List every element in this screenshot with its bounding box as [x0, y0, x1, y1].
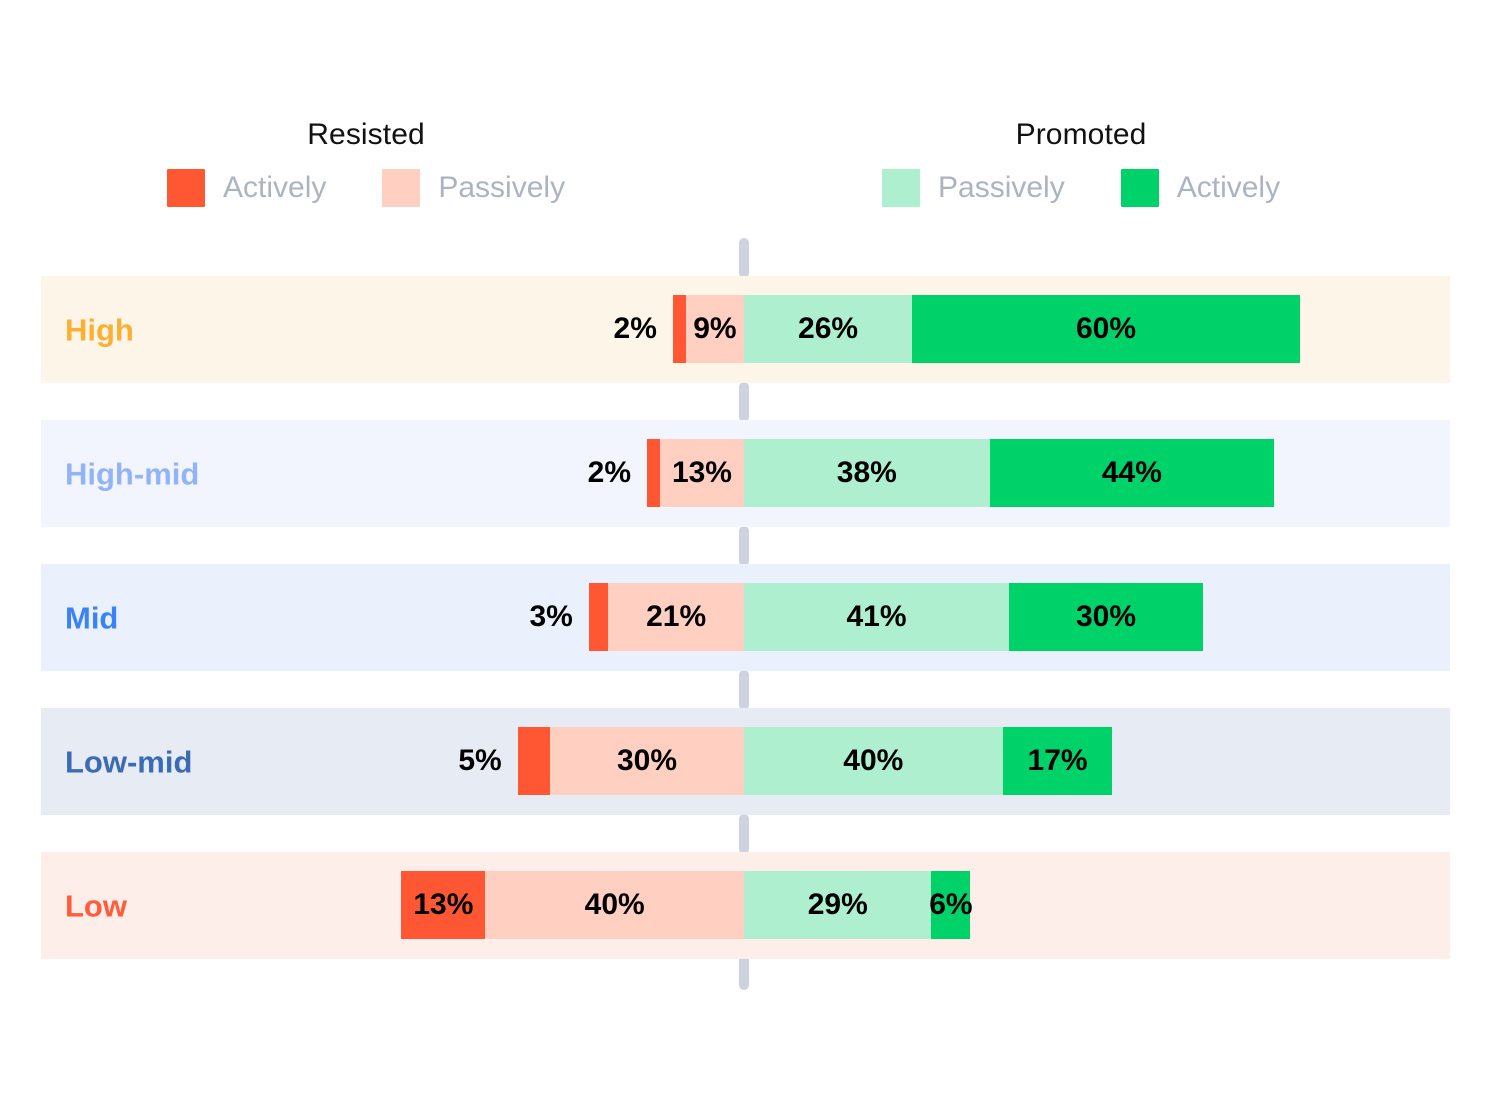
legend-item-resisted-passively[interactable]: Passively [382, 169, 565, 207]
segment-resisted-passively[interactable]: 40% [485, 871, 744, 939]
segment-resisted-passively[interactable]: 21% [608, 583, 744, 651]
segment-promoted-passively[interactable]: 41% [744, 583, 1009, 651]
legend-item-resisted-actively[interactable]: Actively [167, 169, 326, 207]
segment-value: 26% [798, 314, 858, 344]
segment-value: 29% [808, 890, 868, 920]
legend-swatch-icon-promoted-actively [1121, 169, 1159, 207]
row-label-low-mid: Low-mid [65, 746, 192, 777]
segment-value: 30% [1076, 602, 1136, 632]
legend-group-resisted: Resisted Actively Passively [167, 120, 565, 207]
segment-promoted-actively[interactable]: 44% [990, 439, 1274, 507]
segment-value: 44% [1102, 458, 1162, 488]
segment-resisted-actively[interactable] [589, 583, 608, 651]
segment-value: 9% [693, 314, 736, 344]
row-label-mid: Mid [65, 602, 118, 633]
bar-track: 2% 13% 38% 44% [41, 439, 1450, 507]
diverging-stacked-bar-chart: Resisted Actively Passively Promoted Pas… [0, 0, 1491, 1118]
bar-row-low-mid[interactable]: Low-mid 5% 30% 40% 17% [41, 708, 1450, 815]
segment-resisted-actively[interactable] [647, 439, 660, 507]
segment-promoted-actively[interactable]: 60% [912, 295, 1300, 363]
legend-label-promoted-actively: Actively [1177, 173, 1280, 203]
bar-row-high[interactable]: High 2% 9% 26% 60% [41, 276, 1450, 383]
row-label-high-mid: High-mid [65, 458, 199, 489]
legend-swatch-icon-resisted-passively [382, 169, 420, 207]
segment-resisted-passively[interactable]: 30% [550, 727, 744, 795]
segment-promoted-passively[interactable]: 40% [744, 727, 1003, 795]
segment-resisted-actively[interactable]: 13% [401, 871, 485, 939]
segment-resisted-actively[interactable] [518, 727, 550, 795]
segment-value: 21% [646, 602, 706, 632]
segment-value: 38% [837, 458, 897, 488]
legend-label-resisted-actively: Actively [223, 173, 326, 203]
segment-value: 17% [1028, 746, 1088, 776]
legend-title-promoted: Promoted [1016, 120, 1147, 150]
legend-items-promoted: Passively Actively [882, 169, 1280, 207]
segment-promoted-actively[interactable]: 30% [1009, 583, 1203, 651]
bar-track: 13% 40% 29% 6% [41, 871, 1450, 939]
bar-row-low[interactable]: Low 13% 40% 29% 6% [41, 852, 1450, 959]
segment-promoted-actively[interactable]: 6% [931, 871, 970, 939]
legend-item-promoted-actively[interactable]: Actively [1121, 169, 1280, 207]
segment-promoted-passively[interactable]: 38% [744, 439, 990, 507]
legend-label-resisted-passively: Passively [438, 173, 565, 203]
legend-swatch-icon-resisted-actively [167, 169, 205, 207]
segment-value: 40% [585, 890, 645, 920]
segment-value: 13% [413, 890, 473, 920]
segment-value: 13% [672, 458, 732, 488]
segment-value: 30% [617, 746, 677, 776]
bar-rows-container: High 2% 9% 26% 60% High-mid 2% 13% 38% 44% Mid 3% 21… [41, 276, 1450, 959]
segment-value: 41% [847, 602, 907, 632]
segment-value-outside-resisted-actively: 2% [41, 295, 673, 363]
legend-group-promoted: Promoted Passively Actively [882, 120, 1280, 207]
legend-swatch-icon-promoted-passively [882, 169, 920, 207]
segment-resisted-actively[interactable] [673, 295, 686, 363]
segment-promoted-passively[interactable]: 26% [744, 295, 912, 363]
row-label-low: Low [65, 890, 127, 921]
bar-row-high-mid[interactable]: High-mid 2% 13% 38% 44% [41, 420, 1450, 527]
segment-promoted-actively[interactable]: 17% [1003, 727, 1113, 795]
segment-resisted-passively[interactable]: 13% [660, 439, 744, 507]
legend-label-promoted-passively: Passively [938, 173, 1065, 203]
center-divider-dash [739, 238, 749, 278]
legend-item-promoted-passively[interactable]: Passively [882, 169, 1065, 207]
segment-value: 40% [843, 746, 903, 776]
bar-track: 3% 21% 41% 30% [41, 583, 1450, 651]
segment-value: 60% [1076, 314, 1136, 344]
segment-value: 3% [529, 602, 572, 632]
legend-title-resisted: Resisted [307, 120, 425, 150]
segment-value-outside-resisted-actively: 3% [41, 583, 589, 651]
segment-value: 2% [588, 458, 631, 488]
bar-track: 2% 9% 26% 60% [41, 295, 1450, 363]
bar-track: 5% 30% 40% 17% [41, 727, 1450, 795]
segment-value: 2% [614, 314, 657, 344]
segment-resisted-passively[interactable]: 9% [686, 295, 744, 363]
row-label-high: High [65, 314, 134, 345]
segment-promoted-passively[interactable]: 29% [744, 871, 931, 939]
bar-row-mid[interactable]: Mid 3% 21% 41% 30% [41, 564, 1450, 671]
segment-value: 6% [929, 890, 972, 920]
legend-items-resisted: Actively Passively [167, 169, 565, 207]
segment-value: 5% [458, 746, 501, 776]
